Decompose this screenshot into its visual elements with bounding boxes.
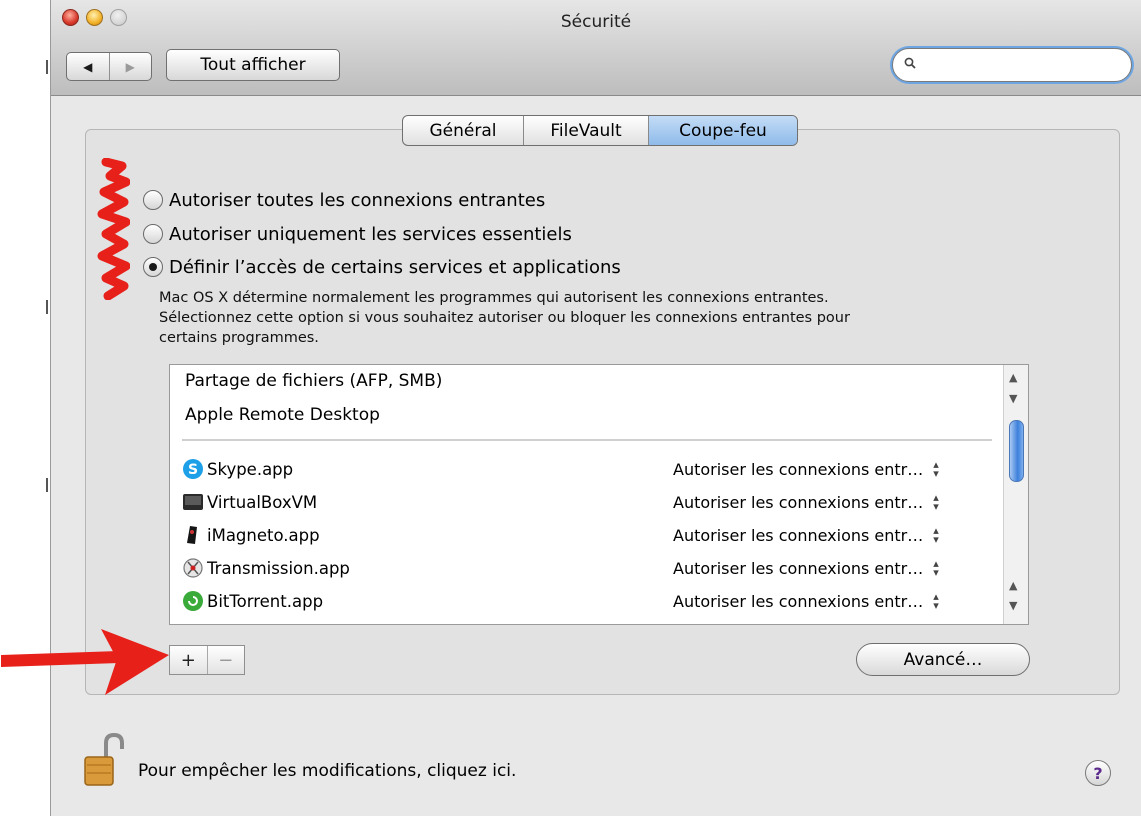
forward-button[interactable]: ▶ bbox=[110, 53, 152, 80]
magnifier-icon bbox=[904, 57, 916, 69]
desktop-edge-mark bbox=[46, 60, 48, 74]
virtualbox-icon bbox=[183, 494, 203, 510]
list-item-transmission[interactable]: Transmission.app Autoriser les connexion… bbox=[182, 553, 1000, 583]
description-line: Mac OS X détermine normalement les progr… bbox=[159, 290, 829, 306]
connection-status: Autoriser les connexions entr… bbox=[673, 591, 924, 611]
service-remote-desktop[interactable]: Apple Remote Desktop bbox=[185, 405, 380, 425]
radio-essential-only[interactable]: Autoriser uniquement les services essent… bbox=[143, 220, 572, 248]
scroll-down-arrow-icon[interactable]: ▼ bbox=[1009, 392, 1017, 405]
scroll-up-arrow-icon[interactable]: ▲ bbox=[1009, 371, 1017, 384]
app-name: BitTorrent.app bbox=[207, 591, 324, 611]
radio-allow-all[interactable]: Autoriser toutes les connexions entrante… bbox=[143, 186, 545, 214]
svg-text:S: S bbox=[188, 462, 198, 478]
list-item-bittorrent[interactable]: BitTorrent.app Autoriser les connexions … bbox=[182, 586, 1000, 616]
firewall-description: Mac OS X détermine normalement les progr… bbox=[159, 288, 1019, 348]
lock-message[interactable]: Pour empêcher les modifications, cliquez… bbox=[138, 761, 516, 781]
navigation-buttons: ◀ ▶ bbox=[66, 52, 152, 81]
list-item-virtualbox[interactable]: VirtualBoxVM Autoriser les connexions en… bbox=[182, 487, 1000, 517]
list-item-skype[interactable]: S Skype.app Autoriser les connexions ent… bbox=[182, 454, 1000, 484]
radio-label: Définir l’accès de certains services et … bbox=[169, 256, 621, 278]
connection-popup[interactable]: Autoriser les connexions entr… ▴ ▾ bbox=[673, 590, 1000, 612]
updown-arrows-icon: ▴ ▾ bbox=[933, 557, 939, 579]
bittorrent-icon bbox=[183, 591, 203, 611]
radio-label: Autoriser toutes les connexions entrante… bbox=[169, 189, 546, 211]
updown-arrows-icon: ▴ ▾ bbox=[933, 458, 939, 480]
window-toolbar: Sécurité ◀ ▶ Tout afficher bbox=[51, 0, 1141, 96]
tab-firewall[interactable]: Coupe-feu bbox=[649, 116, 797, 145]
scroll-up-arrow-icon[interactable]: ▲ bbox=[1009, 579, 1017, 592]
radio-label: Autoriser uniquement les services essent… bbox=[169, 223, 572, 245]
remove-app-button[interactable]: − bbox=[208, 646, 245, 674]
connection-status: Autoriser les connexions entr… bbox=[673, 558, 924, 578]
tab-general[interactable]: Général bbox=[403, 116, 524, 145]
desktop-edge-mark bbox=[46, 478, 48, 492]
imagneto-icon bbox=[187, 526, 197, 544]
connection-popup[interactable]: Autoriser les connexions entr… ▴ ▾ bbox=[673, 458, 1000, 480]
back-button[interactable]: ◀ bbox=[67, 53, 110, 80]
updown-arrows-icon: ▴ ▾ bbox=[933, 590, 939, 612]
app-name: Transmission.app bbox=[207, 558, 350, 578]
unlocked-padlock-icon[interactable] bbox=[84, 733, 126, 787]
radio-button-selected[interactable] bbox=[143, 257, 163, 277]
add-remove-buttons: + − bbox=[169, 645, 245, 675]
service-file-sharing[interactable]: Partage de fichiers (AFP, SMB) bbox=[185, 371, 442, 391]
desktop-edge-mark bbox=[46, 300, 48, 314]
connection-status: Autoriser les connexions entr… bbox=[673, 525, 924, 545]
app-name: VirtualBoxVM bbox=[207, 492, 318, 512]
scroll-thumb[interactable] bbox=[1009, 420, 1024, 482]
advanced-button[interactable]: Avancé… bbox=[856, 643, 1030, 676]
transmission-icon bbox=[183, 558, 203, 578]
red-annotation-scribble bbox=[97, 158, 130, 300]
list-separator bbox=[182, 439, 992, 441]
vertical-scrollbar[interactable]: ▲ ▼ ▲ ▼ bbox=[1003, 365, 1028, 624]
help-button[interactable]: ? bbox=[1085, 760, 1111, 786]
app-name: iMagneto.app bbox=[207, 525, 320, 545]
skype-icon: S bbox=[183, 459, 203, 479]
add-app-button[interactable]: + bbox=[170, 646, 208, 674]
application-list[interactable]: Partage de fichiers (AFP, SMB) Apple Rem… bbox=[169, 364, 1029, 625]
connection-popup[interactable]: Autoriser les connexions entr… ▴ ▾ bbox=[673, 491, 1000, 513]
updown-arrows-icon: ▴ ▾ bbox=[933, 491, 939, 513]
window-title: Sécurité bbox=[560, 12, 632, 32]
radio-button[interactable] bbox=[143, 190, 163, 210]
scroll-down-arrow-icon[interactable]: ▼ bbox=[1009, 599, 1017, 612]
connection-popup[interactable]: Autoriser les connexions entr… ▴ ▾ bbox=[673, 557, 1000, 579]
description-line: Sélectionnez cette option si vous souhai… bbox=[159, 310, 850, 326]
search-field[interactable] bbox=[892, 48, 1132, 82]
radio-specific-access[interactable]: Définir l’accès de certains services et … bbox=[143, 253, 621, 281]
connection-popup[interactable]: Autoriser les connexions entr… ▴ ▾ bbox=[673, 524, 1000, 546]
app-name: Skype.app bbox=[207, 459, 294, 479]
show-all-button[interactable]: Tout afficher bbox=[166, 49, 340, 81]
connection-status: Autoriser les connexions entr… bbox=[673, 492, 924, 512]
updown-arrows-icon: ▴ ▾ bbox=[933, 524, 939, 546]
description-line: certains programmes. bbox=[159, 330, 319, 346]
connection-status: Autoriser les connexions entr… bbox=[673, 459, 924, 479]
list-item-imagneto[interactable]: iMagneto.app Autoriser les connexions en… bbox=[182, 520, 1000, 550]
radio-button[interactable] bbox=[143, 224, 163, 244]
tab-bar: Général FileVault Coupe-feu bbox=[402, 115, 798, 146]
tab-filevault[interactable]: FileVault bbox=[524, 116, 649, 145]
security-preferences-window: Sécurité ◀ ▶ Tout afficher Général FileV… bbox=[1, 0, 1141, 816]
